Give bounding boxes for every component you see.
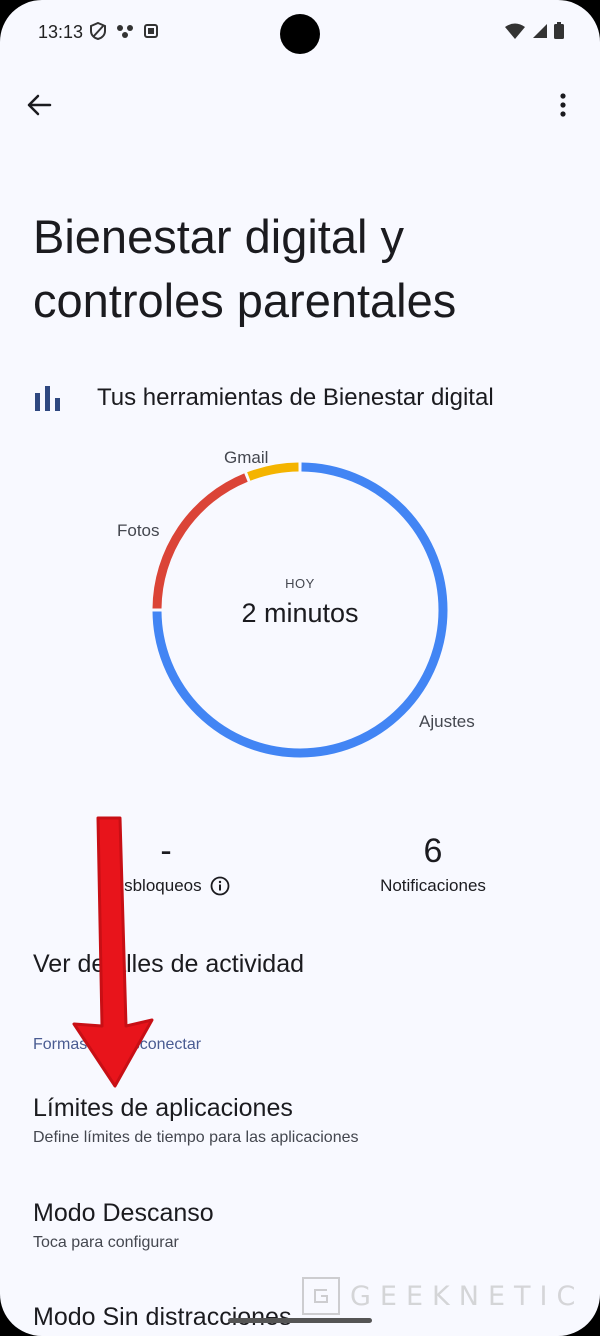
- status-icons-left: [90, 22, 158, 40]
- notification-app-icon: [144, 24, 158, 38]
- status-bar: 13:13: [0, 0, 600, 66]
- list-item-title: Límites de aplicaciones: [33, 1094, 293, 1122]
- back-button[interactable]: [22, 88, 56, 122]
- wifi-icon: [505, 23, 525, 39]
- watermark-text: GEEKNETIC: [350, 1280, 585, 1312]
- stat-notifications[interactable]: 6 Notificaciones: [323, 832, 543, 896]
- chart-label-ajustes: Ajustes: [419, 712, 475, 731]
- notifications-value: 6: [423, 832, 443, 870]
- red-arrow-annotation-icon: [72, 816, 154, 1088]
- list-item-subtitle: Toca para configurar: [33, 1234, 179, 1251]
- tools-label: Tus herramientas de Bienestar digital: [97, 384, 494, 411]
- tools-header[interactable]: Tus herramientas de Bienestar digital: [33, 378, 573, 418]
- chart-label-fotos: Fotos: [117, 521, 160, 540]
- watermark-logo-icon: [302, 1277, 340, 1315]
- network-icon: [117, 25, 133, 38]
- battery-icon: [554, 22, 564, 39]
- more-vert-icon: [560, 93, 566, 117]
- more-options-button[interactable]: [546, 88, 580, 122]
- list-item-app-limits[interactable]: Límites de aplicaciones Define límites d…: [33, 1094, 573, 1147]
- notifications-label: Notificaciones: [380, 876, 486, 895]
- status-icons-right: [504, 22, 564, 39]
- signal-icon: [533, 23, 547, 38]
- chart-center-label: HOY: [285, 576, 315, 591]
- arrow-left-icon: [27, 94, 52, 116]
- chart-center-value: 2 minutos: [241, 598, 359, 628]
- camera-cutout: [280, 14, 320, 54]
- shield-icon: [90, 22, 106, 40]
- status-time: 13:13: [38, 22, 84, 42]
- list-item-title: Modo Descanso: [33, 1199, 214, 1227]
- list-item-bedtime-mode[interactable]: Modo Descanso Toca para configurar: [33, 1199, 573, 1252]
- screen: 13:13 Bienestar digital y controles pare…: [0, 0, 600, 1336]
- chart-label-gmail: Gmail: [224, 448, 269, 467]
- watermark: GEEKNETIC: [302, 1272, 586, 1320]
- usage-donut-chart[interactable]: Gmail Fotos Ajustes HOY 2 minutos: [100, 440, 500, 780]
- info-icon[interactable]: [210, 876, 230, 896]
- top-app-bar: [0, 80, 600, 130]
- page-title: Bienestar digital y controles parentales: [33, 210, 457, 327]
- donut-slice-gmail: [247, 462, 299, 481]
- bar-chart-icon: [35, 386, 60, 411]
- list-item-subtitle: Define límites de tiempo para las aplica…: [33, 1129, 359, 1146]
